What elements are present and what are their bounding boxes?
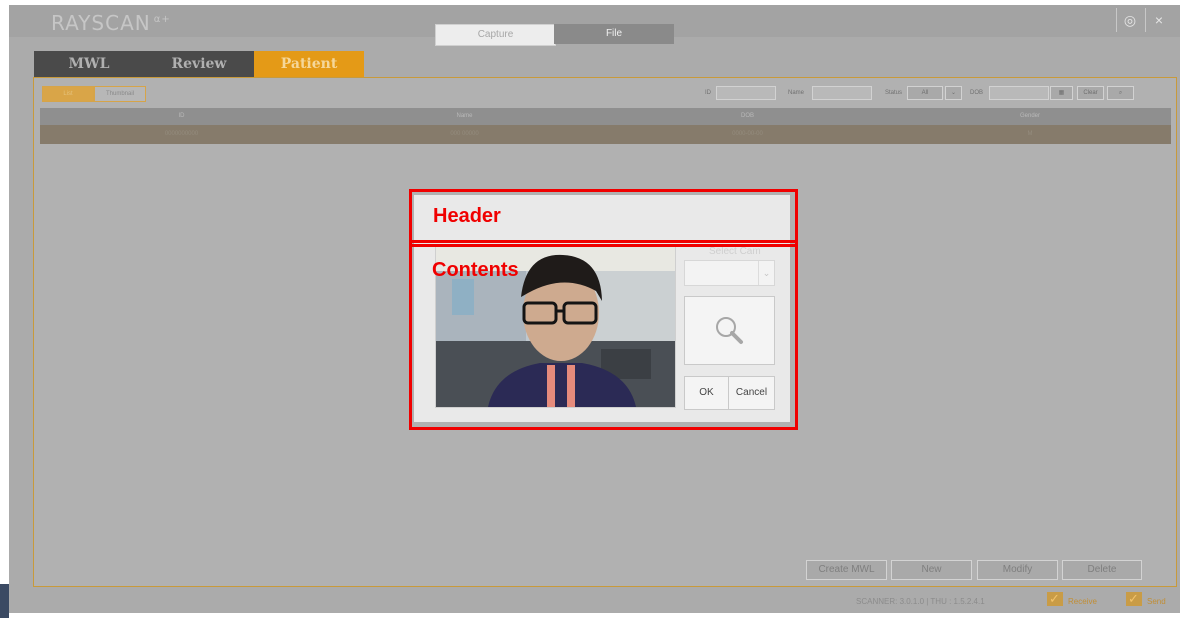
close-icon[interactable]: × [1145, 8, 1172, 32]
checkmark-icon: ✓ [1128, 591, 1139, 606]
search-icon[interactable]: ⌕ [1107, 86, 1134, 100]
tab-review[interactable]: Review [144, 51, 254, 77]
column-header-gender[interactable]: Gender [889, 108, 1171, 125]
app-logo-text: RAYSCAN [51, 11, 151, 35]
clear-button[interactable]: Clear [1077, 86, 1104, 100]
scanner-version-text: SCANNER: 3.0.1.0 | THU : 1.5.2.4.1 [856, 597, 985, 606]
table-cell-name: 000 00000 [450, 131, 479, 137]
new-button[interactable]: New [891, 560, 972, 580]
tab-patient[interactable]: Patient [254, 51, 364, 77]
grid-header: ID Name DOB Gender [40, 108, 1171, 125]
create-mwl-button[interactable]: Create MWL [806, 560, 887, 580]
table-cell-id: 0000000000 [164, 131, 199, 137]
id-filter-input[interactable] [716, 86, 776, 100]
settings-icon[interactable]: ◎ [1116, 8, 1143, 32]
column-header-id[interactable]: ID [40, 108, 323, 125]
calendar-icon[interactable]: ▦ [1050, 86, 1073, 100]
modify-button[interactable]: Modify [977, 560, 1058, 580]
tab-file[interactable]: File [554, 24, 674, 44]
app-logo: RAYSCAN α+ [51, 11, 171, 35]
status-filter-label: Status [885, 90, 903, 96]
id-filter-label: ID [705, 90, 711, 96]
send-label: Send [1147, 597, 1166, 606]
dob-filter-input[interactable] [989, 86, 1049, 100]
column-header-name[interactable]: Name [323, 108, 606, 125]
window-edge [0, 584, 9, 618]
status-select[interactable]: All [907, 86, 943, 100]
checkmark-icon: ✓ [1049, 591, 1060, 606]
column-header-dob[interactable]: DOB [606, 108, 889, 125]
tab-capture[interactable]: Capture [435, 24, 556, 46]
receive-label: Receive [1068, 597, 1097, 606]
name-filter-input[interactable] [812, 86, 872, 100]
header-annotation-label: Header [433, 205, 501, 227]
table-row[interactable]: 0000000000 000 00000 0000-00-00 M [40, 125, 1171, 144]
tab-mwl[interactable]: MWL [34, 51, 144, 77]
table-cell-dob: 0000-00-00 [732, 131, 763, 137]
contents-annotation-label: Contents [432, 259, 519, 281]
thumbnail-view-button[interactable]: Thumbnail [94, 86, 146, 102]
app-logo-sup: α+ [153, 14, 171, 26]
receive-checkbox[interactable]: ✓ [1047, 592, 1063, 606]
delete-button[interactable]: Delete [1062, 560, 1142, 580]
name-filter-label: Name [788, 90, 805, 96]
status-dropdown-icon[interactable]: ⌄ [945, 86, 962, 100]
table-cell-gender: M [1027, 131, 1033, 137]
send-checkbox[interactable]: ✓ [1126, 592, 1142, 606]
dob-filter-label: DOB [970, 90, 984, 96]
list-view-button[interactable]: List [42, 86, 94, 102]
